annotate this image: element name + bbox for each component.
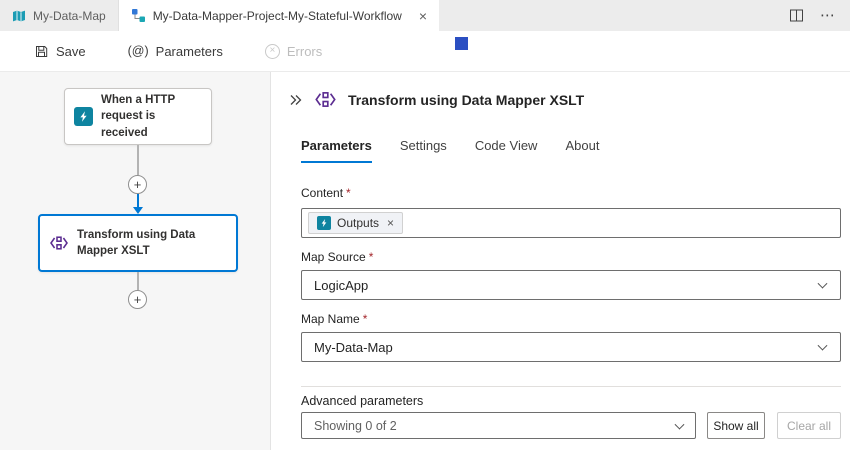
http-request-icon <box>317 216 331 230</box>
data-mapper-icon <box>314 88 337 111</box>
map-source-value: LogicApp <box>314 278 368 293</box>
parameters-button[interactable]: (@) Parameters <box>128 44 223 59</box>
edge-arrowhead-icon <box>133 207 143 214</box>
edge-line-selected <box>137 194 139 208</box>
parameters-icon: (@) <box>128 44 149 58</box>
designer-toolbar: Save (@) Parameters × Errors <box>0 31 850 72</box>
chevron-down-icon <box>818 279 828 289</box>
tab-code-view[interactable]: Code View <box>475 138 538 163</box>
remove-token-icon[interactable]: × <box>387 217 394 229</box>
action-details-panel: Transform using Data Mapper XSLT Paramet… <box>270 72 850 450</box>
errors-label: Errors <box>287 44 322 59</box>
editor-tab-bar: My-Data-Map My-Data-Mapper-Project-My-St… <box>0 0 850 31</box>
panel-tabs: Parameters Settings Code View About <box>301 138 599 163</box>
save-label: Save <box>56 44 86 59</box>
token-label: Outputs <box>337 216 379 230</box>
action-card-label: Transform using Data Mapper XSLT <box>77 227 227 259</box>
app-window: My-Data-Map My-Data-Mapper-Project-My-St… <box>0 0 850 450</box>
workflow-canvas[interactable]: When a HTTP request is received + Transf… <box>0 72 270 450</box>
action-card[interactable]: Transform using Data Mapper XSLT <box>38 214 238 272</box>
errors-icon: × <box>265 44 280 59</box>
chevron-down-icon <box>818 341 828 351</box>
collapse-panel-icon[interactable] <box>287 92 303 108</box>
advanced-parameters-value: Showing 0 of 2 <box>314 419 397 433</box>
data-mapper-icon <box>49 233 69 253</box>
tab-my-data-map[interactable]: My-Data-Map <box>0 0 119 31</box>
edge-line <box>137 272 139 290</box>
tab-parameters[interactable]: Parameters <box>301 138 372 163</box>
data-map-file-icon <box>12 9 26 23</box>
chevron-down-icon <box>675 419 685 429</box>
show-all-button[interactable]: Show all <box>707 412 765 439</box>
insert-step-button[interactable]: + <box>128 175 147 194</box>
trigger-card[interactable]: When a HTTP request is received <box>64 88 212 145</box>
advanced-parameters-label: Advanced parameters <box>301 394 423 408</box>
tab-label: My-Data-Mapper-Project-My-Stateful-Workf… <box>153 9 402 23</box>
required-marker: * <box>363 312 368 326</box>
tab-settings[interactable]: Settings <box>400 138 447 163</box>
save-icon <box>34 44 49 59</box>
clear-all-button: Clear all <box>777 412 841 439</box>
blue-indicator <box>455 37 468 50</box>
edge-line <box>137 145 139 175</box>
map-name-dropdown[interactable]: My-Data-Map <box>301 332 841 362</box>
save-button[interactable]: Save <box>34 44 86 59</box>
required-marker: * <box>369 250 374 264</box>
plus-icon: + <box>134 293 142 306</box>
tabbar-spacer <box>439 0 775 31</box>
panel-header: Transform using Data Mapper XSLT <box>287 88 584 111</box>
required-marker: * <box>346 186 351 200</box>
main-area: When a HTTP request is received + Transf… <box>0 72 850 450</box>
tab-workflow[interactable]: My-Data-Mapper-Project-My-Stateful-Workf… <box>119 0 439 31</box>
plus-icon: + <box>134 178 142 191</box>
errors-button: × Errors <box>265 44 322 59</box>
panel-title: Transform using Data Mapper XSLT <box>348 92 584 108</box>
tab-label: My-Data-Map <box>33 9 106 23</box>
map-name-value: My-Data-Map <box>314 340 393 355</box>
content-input[interactable]: Outputs × <box>301 208 841 238</box>
http-request-icon <box>74 107 93 126</box>
trigger-card-label: When a HTTP request is received <box>101 92 202 140</box>
tab-about[interactable]: About <box>565 138 599 163</box>
content-label: Content* <box>301 186 351 200</box>
map-source-dropdown[interactable]: LogicApp <box>301 270 841 300</box>
map-source-label: Map Source* <box>301 250 373 264</box>
tabbar-actions: ⋯ <box>775 0 850 31</box>
parameters-label: Parameters <box>156 44 223 59</box>
close-tab-icon[interactable]: × <box>419 9 427 23</box>
divider <box>301 386 841 387</box>
more-actions-icon[interactable]: ⋯ <box>820 8 836 23</box>
outputs-token[interactable]: Outputs × <box>308 212 403 234</box>
map-name-label: Map Name* <box>301 312 367 326</box>
add-step-button[interactable]: + <box>128 290 147 309</box>
advanced-parameters-dropdown[interactable]: Showing 0 of 2 <box>301 412 696 439</box>
workflow-file-icon <box>131 8 146 23</box>
split-editor-icon[interactable] <box>789 8 804 23</box>
